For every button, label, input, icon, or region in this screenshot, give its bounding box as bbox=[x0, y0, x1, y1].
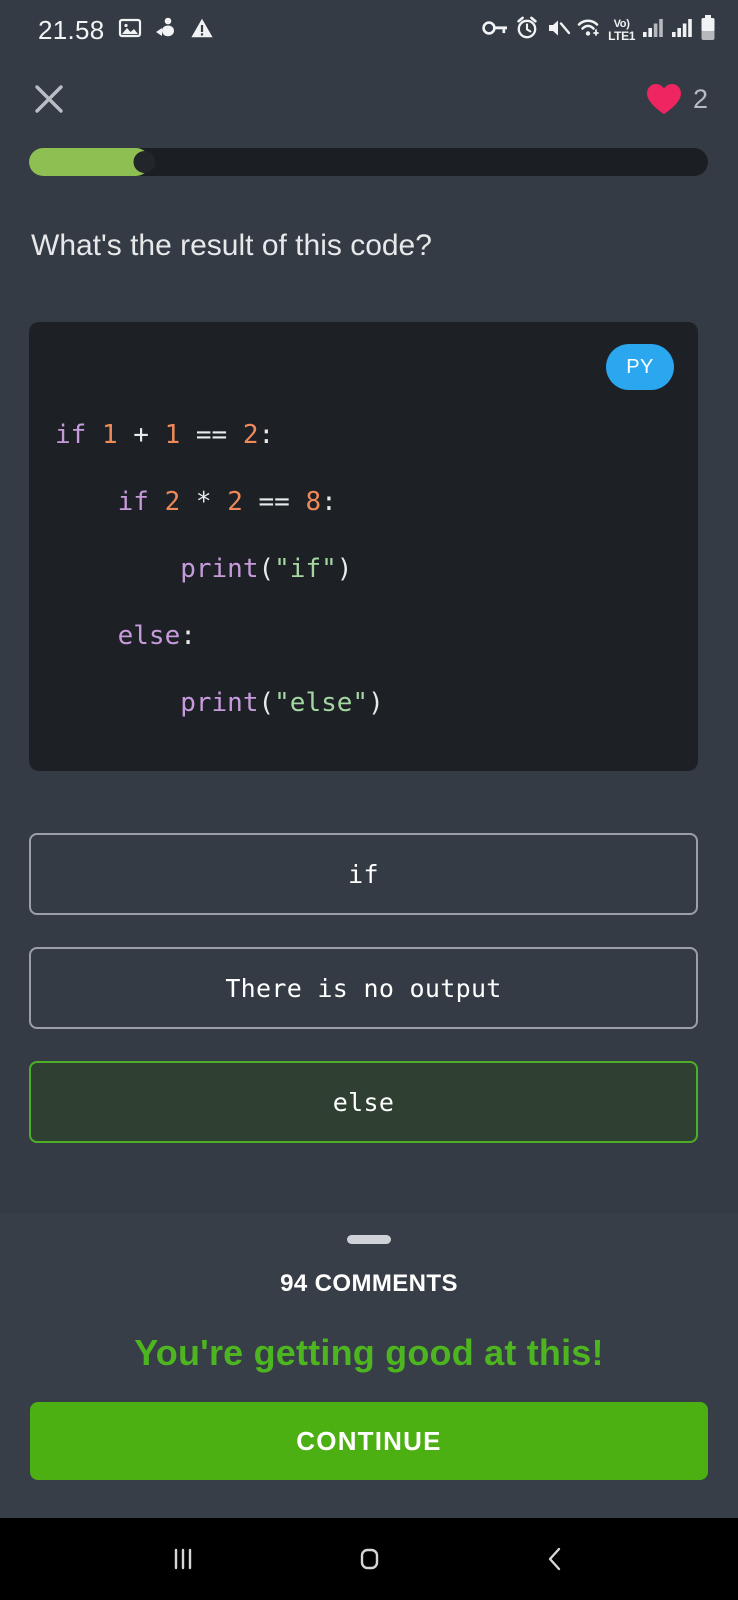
download-figure-icon bbox=[155, 16, 177, 45]
answer-option-label: There is no output bbox=[225, 973, 502, 1003]
code-token: * bbox=[180, 487, 228, 517]
alarm-icon bbox=[515, 16, 539, 45]
code-token: 2 bbox=[164, 487, 181, 517]
volte-indicator: Vo) LTE1 bbox=[608, 17, 635, 43]
code-line: print("else") bbox=[55, 670, 672, 737]
app-screen: 21.58 Vo) LTE1 2 What's the result of th… bbox=[0, 0, 738, 1600]
praise-message: You're getting good at this! bbox=[134, 1332, 604, 1373]
code-token: : bbox=[258, 420, 275, 450]
volte-bottom-label: LTE1 bbox=[608, 28, 635, 43]
drag-handle[interactable] bbox=[347, 1235, 391, 1244]
signal-bars-2-icon bbox=[671, 18, 693, 43]
close-button[interactable] bbox=[28, 78, 70, 120]
answer-option[interactable]: else bbox=[29, 1061, 698, 1143]
code-line: if 2 * 2 == 8: bbox=[55, 469, 672, 536]
progress-knob bbox=[133, 151, 156, 173]
code-token: 2 bbox=[227, 487, 243, 517]
code-token: 1 bbox=[101, 420, 118, 450]
code-token: 2 bbox=[242, 420, 259, 450]
battery-icon bbox=[700, 14, 716, 46]
back-icon bbox=[548, 1547, 561, 1571]
code-token: == bbox=[242, 487, 306, 517]
progress-track bbox=[29, 148, 708, 176]
progress-fill bbox=[29, 148, 150, 176]
code-token: + bbox=[117, 420, 165, 450]
warning-triangle-icon bbox=[190, 16, 214, 45]
code-content: if 1 + 1 == 2: if 2 * 2 == 8: print("if"… bbox=[29, 402, 698, 737]
code-line: print("if") bbox=[55, 536, 672, 603]
vpn-key-icon bbox=[482, 17, 508, 44]
answer-option-label: if bbox=[348, 859, 379, 889]
mute-icon bbox=[546, 16, 571, 45]
code-token: "if" bbox=[274, 554, 337, 584]
code-token: if bbox=[55, 420, 102, 450]
status-time: 21.58 bbox=[38, 14, 105, 45]
code-token: ( bbox=[258, 554, 275, 584]
code-token: 1 bbox=[164, 420, 181, 450]
volte-top-label: Vo) bbox=[613, 17, 630, 30]
recents-icon bbox=[174, 1548, 192, 1570]
answer-option[interactable]: if bbox=[29, 833, 698, 915]
code-line: else: bbox=[55, 603, 672, 670]
continue-button[interactable]: CONTINUE bbox=[30, 1402, 708, 1480]
back-button[interactable] bbox=[520, 1529, 590, 1589]
code-token: print bbox=[55, 554, 259, 584]
code-line: if 1 + 1 == 2: bbox=[55, 402, 672, 469]
question-text: What's the result of this code? bbox=[31, 229, 432, 262]
recents-button[interactable] bbox=[148, 1529, 218, 1589]
progress-bar[interactable] bbox=[0, 138, 738, 186]
answer-option-label: else bbox=[332, 1087, 395, 1117]
close-icon bbox=[35, 85, 63, 113]
lesson-top-bar: 2 bbox=[0, 60, 738, 138]
comments-link[interactable]: 94 COMMENTS bbox=[280, 1270, 458, 1298]
image-icon bbox=[118, 16, 142, 45]
heart-icon bbox=[646, 84, 681, 114]
signal-bars-1-icon bbox=[642, 18, 664, 43]
code-token: : bbox=[321, 487, 337, 517]
answer-options: if There is no output else bbox=[29, 833, 698, 1143]
status-bar-right: Vo) LTE1 bbox=[482, 14, 716, 46]
code-token: ) bbox=[336, 554, 353, 584]
code-token: : bbox=[180, 621, 196, 651]
status-bar-left: 21.58 bbox=[38, 15, 214, 46]
language-badge: PY bbox=[606, 344, 674, 390]
code-token: if bbox=[55, 487, 165, 517]
code-block: PY if 1 + 1 == 2: if 2 * 2 == 8: print("… bbox=[29, 322, 698, 771]
home-button[interactable] bbox=[334, 1529, 404, 1589]
code-token: == bbox=[180, 420, 243, 450]
hearts-indicator[interactable]: 2 bbox=[645, 82, 708, 116]
code-token: else bbox=[55, 621, 181, 651]
bottom-sheet: 94 COMMENTS You're getting good at this!… bbox=[0, 1213, 738, 1518]
android-nav-bar bbox=[0, 1518, 738, 1600]
answer-option[interactable]: There is no output bbox=[29, 947, 698, 1029]
wifi-icon bbox=[577, 17, 603, 44]
code-token: "else" bbox=[274, 688, 369, 718]
heart-count: 2 bbox=[692, 83, 708, 114]
status-bar: 21.58 Vo) LTE1 bbox=[0, 0, 738, 60]
code-token: ( bbox=[258, 688, 275, 718]
code-token: ) bbox=[368, 688, 384, 718]
code-token: print bbox=[55, 688, 259, 718]
code-token: 8 bbox=[305, 487, 322, 517]
home-icon bbox=[360, 1548, 379, 1570]
